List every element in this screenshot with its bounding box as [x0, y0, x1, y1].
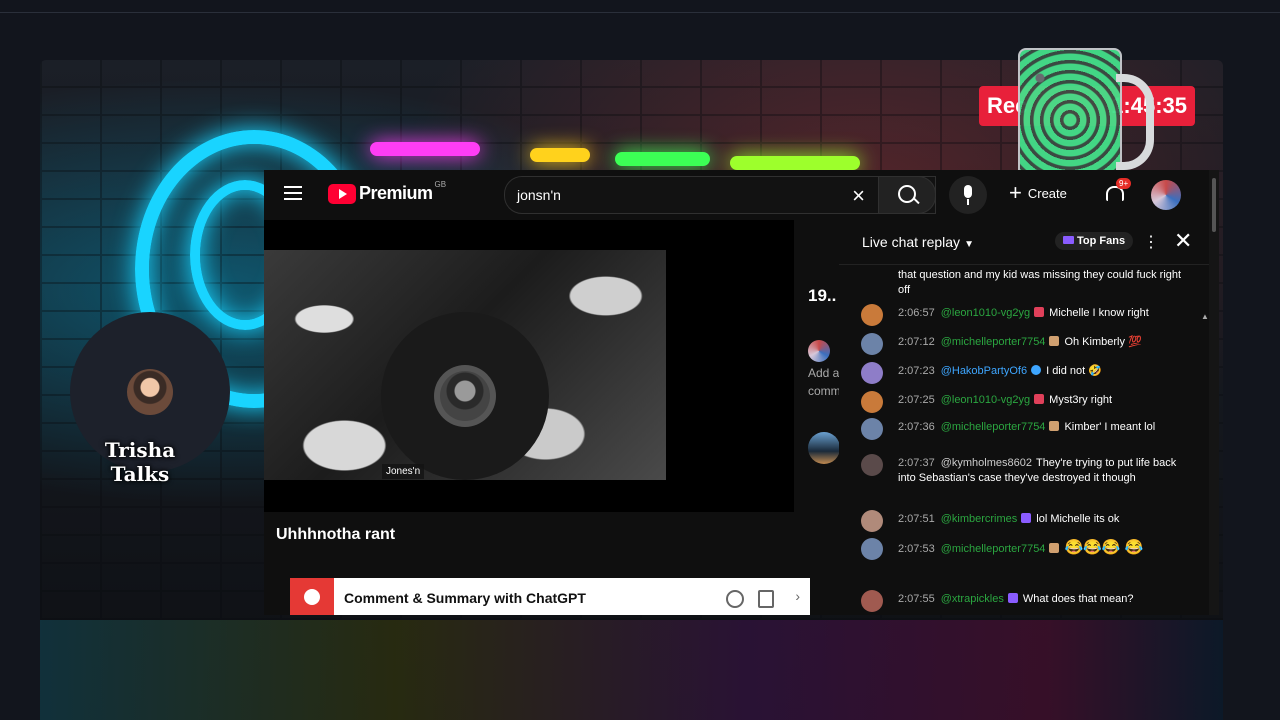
- page-scrollbar[interactable]: [1209, 170, 1219, 615]
- close-icon[interactable]: ✕: [1174, 228, 1192, 254]
- avatar: [861, 304, 883, 326]
- avatar: [861, 590, 883, 612]
- chevron-right-icon[interactable]: ›: [795, 588, 800, 604]
- video-player[interactable]: Jones'n: [264, 220, 794, 512]
- mug-overlay-icon: [1018, 48, 1154, 192]
- hamburger-icon[interactable]: [284, 186, 302, 200]
- extension-icon: [290, 578, 334, 615]
- clear-icon[interactable]: ×: [852, 183, 865, 209]
- chat-messages[interactable]: ▲ that question and my kid was missing t…: [839, 264, 1209, 615]
- video-title: Uhhhnotha rant: [276, 526, 396, 543]
- chat-mode-dropdown[interactable]: Live chat replay ▼: [862, 234, 974, 250]
- country-code: GB: [434, 180, 447, 189]
- avatar: [861, 418, 883, 440]
- create-button[interactable]: + Create: [1009, 182, 1067, 204]
- scroll-up-icon[interactable]: ▲: [1201, 312, 1209, 321]
- top-fans-icon: [1063, 236, 1074, 244]
- avatar: [861, 538, 883, 560]
- chevron-down-icon: ▼: [964, 239, 974, 250]
- account-avatar[interactable]: [1151, 180, 1181, 210]
- avatar: [861, 510, 883, 532]
- video-thumbnail: Jones'n: [264, 250, 666, 480]
- top-fans-button[interactable]: Top Fans: [1055, 232, 1134, 250]
- mic-icon[interactable]: [949, 176, 987, 214]
- bell-icon[interactable]: 9+: [1104, 178, 1132, 202]
- kebab-icon[interactable]: ⋮: [1143, 232, 1159, 252]
- top-divider: [0, 12, 1280, 13]
- channel-label: Jones'n: [382, 464, 425, 479]
- streamer-name: Trisha Talks: [104, 438, 176, 486]
- youtube-logo-icon: [328, 183, 356, 204]
- commenter-avatar: [808, 340, 830, 362]
- brand-label: Premium: [359, 183, 433, 203]
- chatgpt-summary-bar[interactable]: Comment & Summary with ChatGPT ›: [290, 578, 810, 615]
- add-comment[interactable]: Add a comm: [808, 364, 841, 400]
- avatar: [861, 362, 883, 384]
- search-icon: [898, 185, 916, 203]
- chat-header: Live chat replay ▼ Top Fans ⋮ ✕: [839, 220, 1209, 265]
- channel-disc: [381, 312, 549, 480]
- message-text: that question and my kid was missing the…: [898, 269, 1182, 296]
- notification-badge: 9+: [1116, 178, 1132, 189]
- create-label: Create: [1027, 185, 1067, 201]
- chatgpt-icon[interactable]: [726, 590, 744, 608]
- search-query: jonsn'n: [517, 187, 561, 203]
- search-input[interactable]: jonsn'n ×: [504, 176, 936, 214]
- copy-icon[interactable]: [758, 590, 774, 608]
- yt-header: Premium GB jonsn'n × + Create 9+: [264, 170, 1219, 218]
- youtube-logo[interactable]: Premium GB: [328, 180, 447, 204]
- search-button[interactable]: [878, 176, 936, 214]
- avatar: [861, 454, 883, 476]
- live-chat-panel: Live chat replay ▼ Top Fans ⋮ ✕ ▲ that qu…: [839, 220, 1209, 615]
- streamer-avatar: [127, 369, 173, 415]
- comment-count: 19..: [808, 286, 837, 305]
- avatar: [861, 391, 883, 413]
- youtube-window: Premium GB jonsn'n × + Create 9+ Jones'n…: [264, 170, 1219, 615]
- avatar: [861, 333, 883, 355]
- channel-avatar: [434, 365, 496, 427]
- related-avatar[interactable]: [808, 432, 840, 464]
- chatgpt-label: Comment & Summary with ChatGPT: [344, 590, 586, 606]
- plus-icon: +: [1009, 180, 1022, 205]
